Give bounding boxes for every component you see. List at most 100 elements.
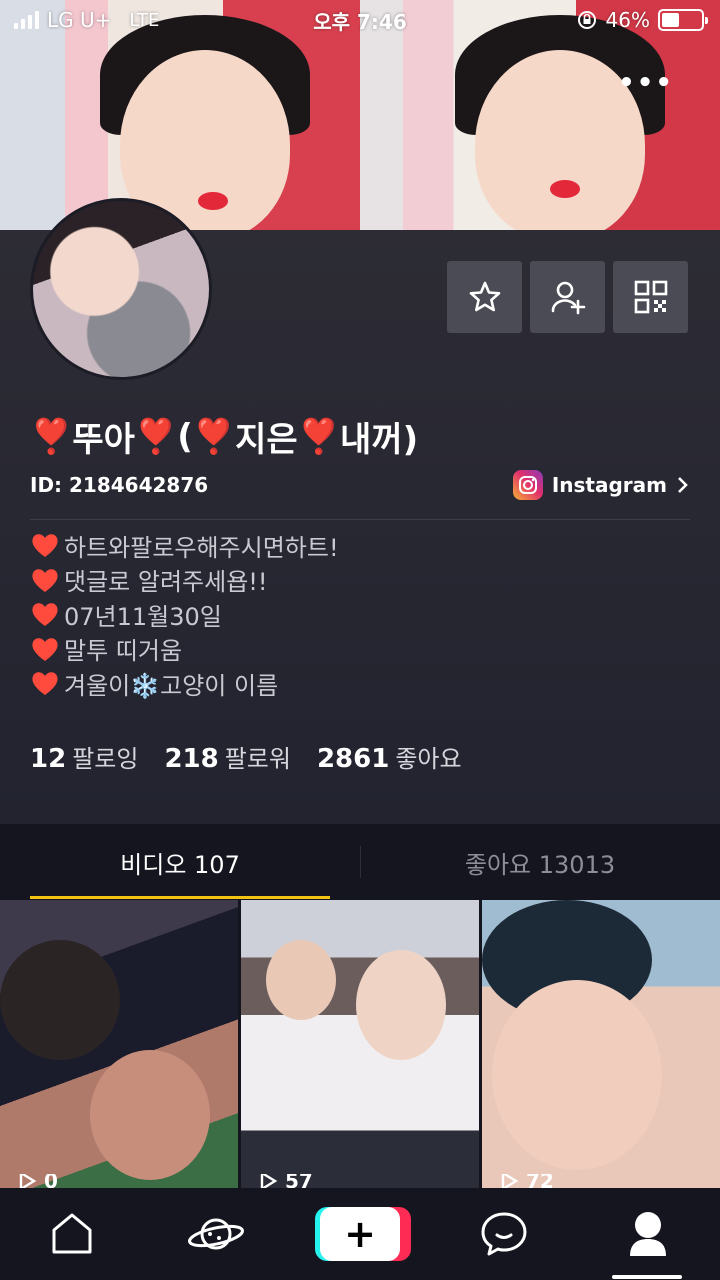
nav-discover[interactable] <box>176 1194 256 1274</box>
user-id: ID: 2184642876 <box>30 473 209 497</box>
instagram-link[interactable]: Instagram <box>512 470 690 500</box>
followers-count: 218 <box>164 744 219 774</box>
signal-icon <box>14 11 39 29</box>
nav-me[interactable] <box>608 1194 688 1274</box>
following-count: 12 <box>30 744 67 774</box>
battery-fill <box>662 13 680 27</box>
instagram-label: Instagram <box>551 473 667 497</box>
thumbnail-shape <box>356 950 446 1060</box>
bio-line: 07년11월30일 <box>30 597 339 632</box>
bio-line: 댓글로 알려주세욥!! <box>30 563 339 598</box>
following-label: 팔로잉 <box>72 745 139 773</box>
network-label: LTE <box>129 9 160 31</box>
nav-create[interactable]: + <box>315 1194 411 1274</box>
username-heart-1: ❣️ <box>30 416 73 457</box>
favorite-button[interactable] <box>447 261 522 333</box>
qr-code-button[interactable] <box>613 261 688 333</box>
followers-stat[interactable]: 218 팔로워 <box>164 739 291 774</box>
bio-text: 말투 띠거움 <box>64 637 183 666</box>
profile-panel: ❣️ 뚜아 ❣️ ( ❣️ 지은 ❣️ 내꺼) ID: 2184642876 I… <box>0 198 720 824</box>
bio-line: 하트와팔로우해주시면하트! <box>30 528 339 563</box>
username-part-1: 뚜아 <box>72 420 135 460</box>
bio-text: 하트와팔로우해주시면하트! <box>64 533 339 562</box>
profile-username: ❣️ 뚜아 ❣️ ( ❣️ 지은 ❣️ 내꺼) <box>30 412 418 461</box>
play-icon <box>260 1174 278 1188</box>
play-count: 0 <box>16 1174 58 1188</box>
id-row: ID: 2184642876 Instagram <box>30 470 690 500</box>
profile-actions <box>447 261 688 333</box>
profile-icon <box>630 1212 666 1256</box>
username-part-2: ( <box>177 416 193 457</box>
video-thumbnail[interactable]: 72 <box>482 900 720 1188</box>
bio-text: 댓글로 알려주세욥!! <box>64 568 268 597</box>
bio-text: 07년11월30일 <box>64 602 222 631</box>
thumbnail-shape <box>492 980 662 1170</box>
more-options-icon[interactable]: ••• <box>618 68 674 98</box>
tab-liked[interactable]: 좋아요 13013 <box>360 824 720 900</box>
bio-text: 겨울이❄️고양이 이름 <box>64 671 279 700</box>
instagram-icon <box>512 470 543 500</box>
carrier-label: LG U+ <box>47 8 112 32</box>
cover-lips <box>198 192 228 210</box>
chat-bubble-icon <box>481 1212 527 1256</box>
chevron-right-icon <box>678 477 688 493</box>
tab-videos[interactable]: 비디오 107 <box>0 824 360 900</box>
heart-icon <box>32 603 58 627</box>
home-icon <box>52 1213 92 1254</box>
avatar[interactable] <box>30 198 212 380</box>
likes-stat: 2861 좋아요 <box>317 739 462 774</box>
play-count: 72 <box>498 1174 554 1188</box>
username-heart-2: ❣️ <box>134 416 178 457</box>
status-bar: LG U+ LTE 오후 7:46 46% <box>0 0 720 40</box>
create-button[interactable]: + <box>315 1207 411 1261</box>
bio-line: 겨울이❄️고양이 이름 <box>30 666 339 701</box>
play-count: 57 <box>257 1174 313 1188</box>
home-indicator <box>612 1275 682 1279</box>
thumbnail-shape <box>266 940 336 1020</box>
likes-label: 좋아요 <box>395 745 462 773</box>
planet-icon <box>188 1218 244 1250</box>
play-count-value: 0 <box>44 1174 58 1188</box>
username-part-4: 내꺼) <box>340 420 419 460</box>
add-friend-button[interactable] <box>530 261 605 333</box>
thumbnail-shape <box>0 940 120 1060</box>
status-left: LG U+ LTE <box>14 8 159 32</box>
bottom-nav: + <box>0 1188 720 1280</box>
tab-active-indicator <box>30 896 330 899</box>
divider <box>30 519 690 520</box>
battery-percent: 46% <box>605 8 650 32</box>
username-heart-4: ❣️ <box>297 416 341 457</box>
star-icon <box>469 281 500 312</box>
battery-icon <box>658 9 708 31</box>
play-icon <box>19 1174 37 1188</box>
likes-count: 2861 <box>316 744 390 774</box>
heart-icon <box>32 638 58 661</box>
cover-lips <box>550 180 580 198</box>
video-thumbnail[interactable]: 57 <box>241 900 479 1188</box>
qr-code-icon <box>634 280 667 314</box>
person-add-icon <box>551 281 585 315</box>
profile-bio: 하트와팔로우해주시면하트! 댓글로 알려주세욥!! 07년11월30일 말투 띠… <box>30 528 339 701</box>
following-stat[interactable]: 12 팔로잉 <box>30 739 138 774</box>
status-right: 46% <box>576 8 708 32</box>
heart-icon <box>32 672 58 696</box>
rotation-lock-icon <box>577 11 596 29</box>
bio-line: 말투 띠거움 <box>30 632 339 667</box>
username-part-3: 지은 <box>235 420 298 460</box>
heart-icon <box>32 534 58 558</box>
heart-icon <box>32 569 58 592</box>
tab-separator <box>360 846 361 878</box>
username-heart-3: ❣️ <box>192 416 236 457</box>
play-icon <box>501 1174 519 1188</box>
nav-home[interactable] <box>32 1194 112 1274</box>
video-grid: 0 57 72 <box>0 900 720 1188</box>
play-count-value: 57 <box>285 1174 313 1188</box>
play-count-value: 72 <box>526 1174 554 1188</box>
nav-inbox[interactable] <box>464 1194 544 1274</box>
thumbnail-shape <box>90 1050 210 1180</box>
profile-stats: 12 팔로잉 218 팔로워 2861 좋아요 <box>30 739 462 774</box>
plus-icon: + <box>320 1207 400 1261</box>
followers-label: 팔로워 <box>224 745 291 773</box>
video-thumbnail[interactable]: 0 <box>0 900 238 1188</box>
profile-tabs: 비디오 107 좋아요 13013 <box>0 824 720 900</box>
